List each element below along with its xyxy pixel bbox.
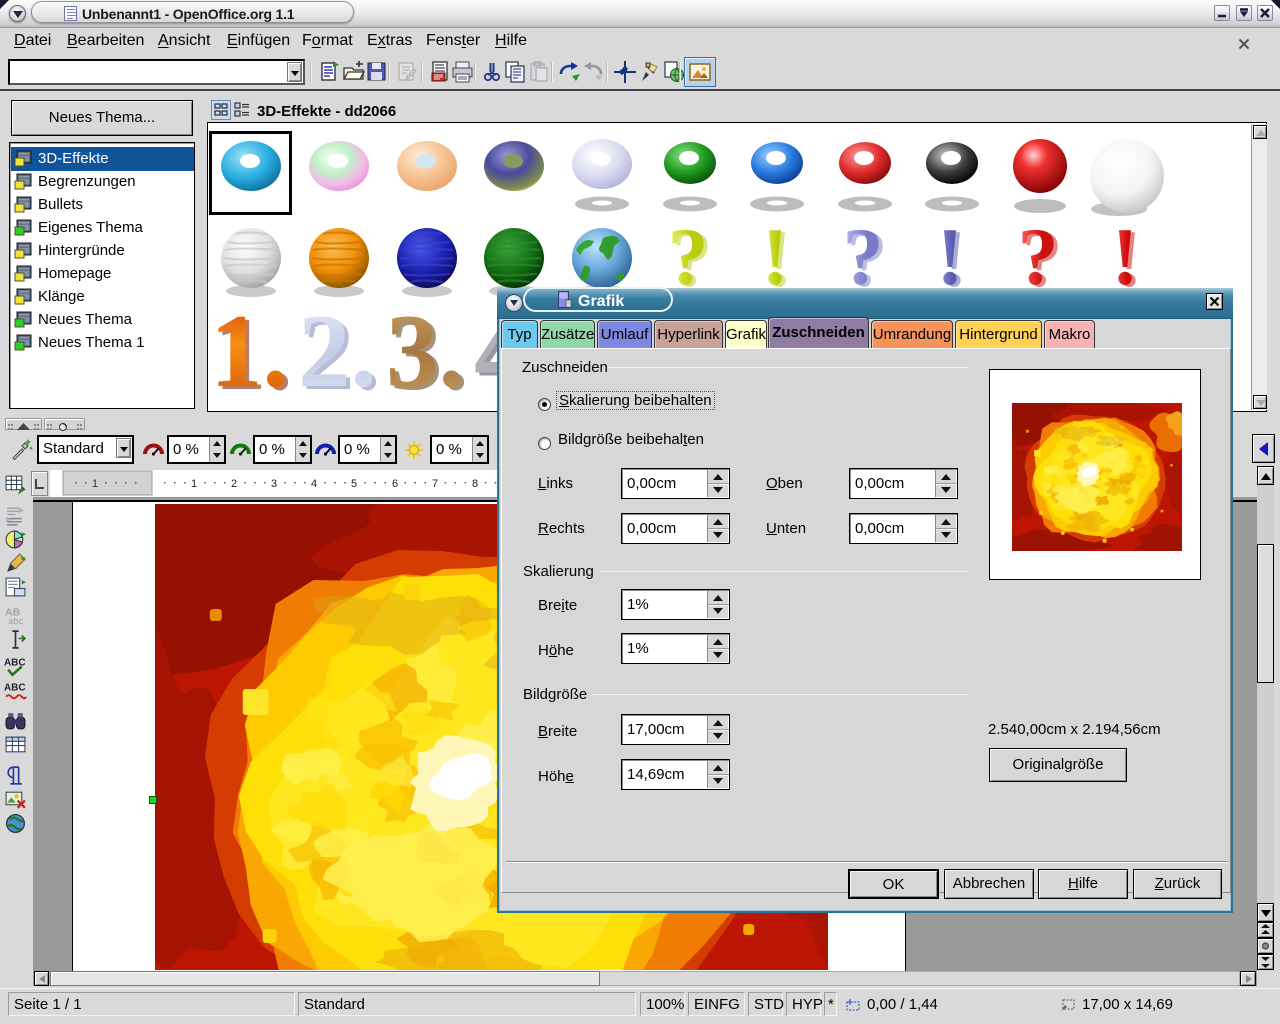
svg-text:1: 1 [191,478,197,490]
svg-text:5: 5 [351,478,357,490]
svg-text:4: 4 [311,478,317,490]
svg-text:ABC: ABC [4,657,26,668]
svg-text:1.: 1. [210,292,289,409]
svg-text:7: 7 [432,478,438,490]
svg-text:6: 6 [392,478,398,490]
svg-text:2.: 2. [298,292,377,409]
svg-text:abc: abc [8,615,23,626]
svg-text:3.: 3. [386,292,465,409]
svg-text:1: 1 [92,478,98,490]
svg-text:3: 3 [271,478,277,490]
svg-text:ABC: ABC [4,683,26,694]
svg-text:8: 8 [472,478,478,490]
svg-text:2: 2 [231,478,237,490]
